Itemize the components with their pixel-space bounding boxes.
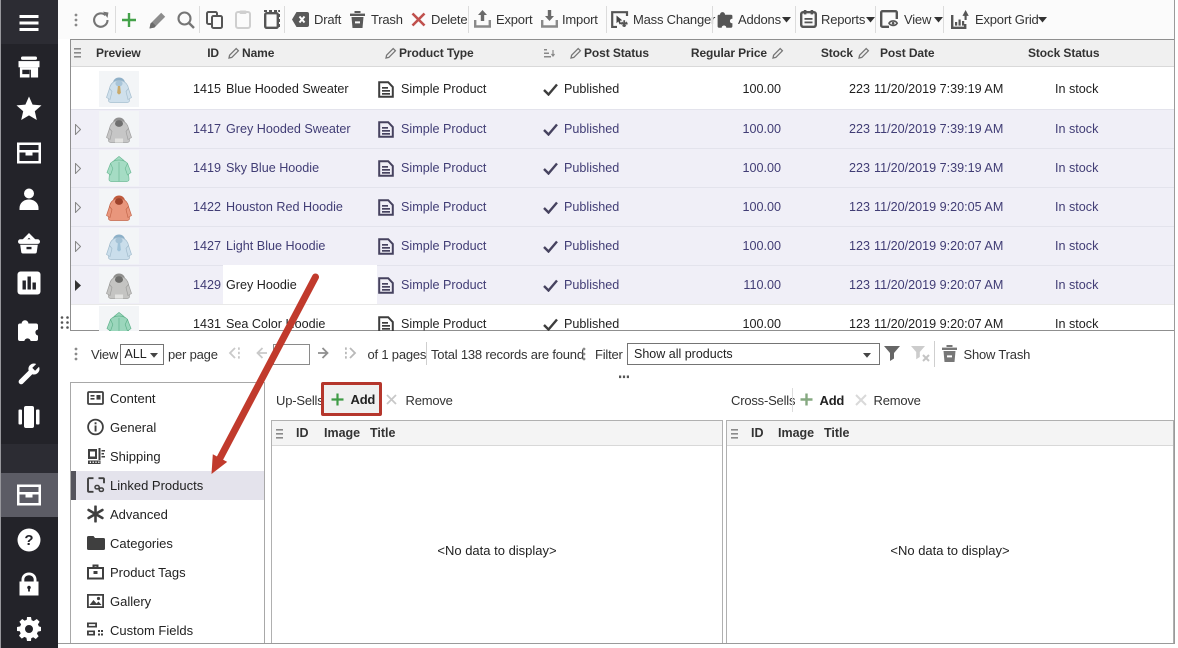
- svg-text:?: ?: [24, 532, 33, 549]
